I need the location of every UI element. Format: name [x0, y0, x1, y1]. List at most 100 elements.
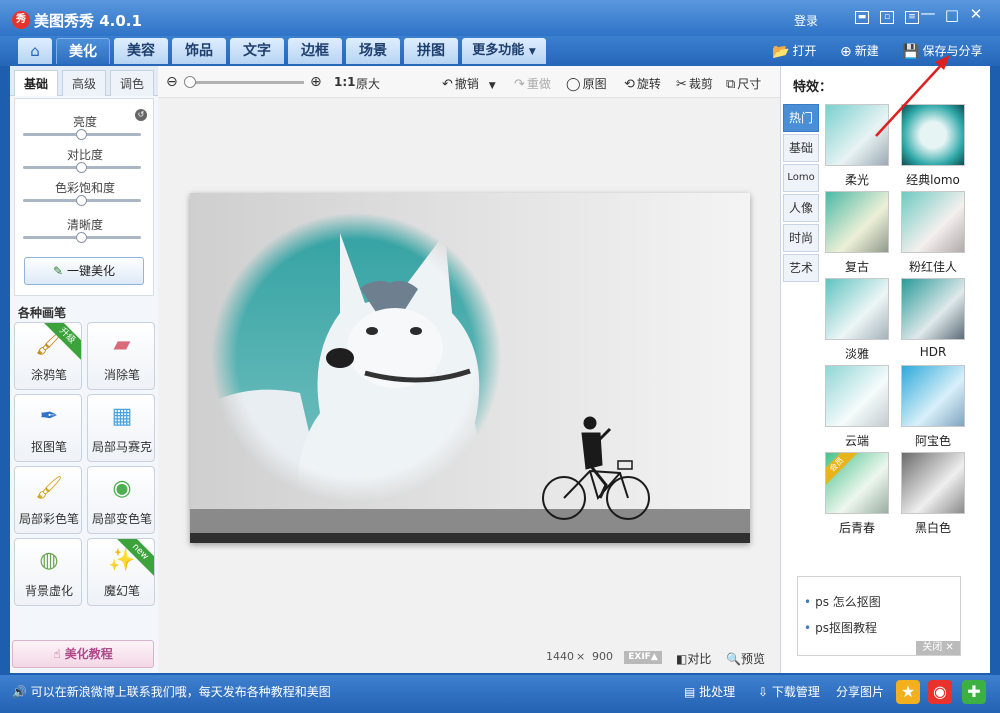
news-link[interactable]: ps 怎么抠图: [804, 593, 881, 610]
contrast-slider[interactable]: [23, 162, 141, 173]
effect-label: 黑白色: [914, 521, 951, 535]
login-link[interactable]: 登录: [794, 12, 818, 29]
weibo-icon[interactable]: ◉: [928, 680, 952, 704]
photo-canvas[interactable]: [190, 193, 750, 543]
compare-button[interactable]: ◧对比: [676, 650, 711, 667]
new-button[interactable]: ⊕ 新建: [840, 42, 879, 60]
eraser-brush-button[interactable]: ▰ 消除笔: [87, 322, 155, 390]
effect-classic-lomo[interactable]: 经典lomo: [901, 104, 965, 187]
tab-frame[interactable]: 边框: [288, 38, 342, 64]
effect-thumbnail: [901, 191, 965, 253]
tab-text[interactable]: 文字: [230, 38, 284, 64]
effect-post-youth[interactable]: 会员 后青春: [825, 452, 889, 535]
original-size-button[interactable]: 原大: [356, 75, 380, 92]
crop-label: 裁剪: [688, 77, 713, 91]
subtab-basic[interactable]: 基础: [14, 70, 58, 96]
share-image-button[interactable]: 分享图片: [836, 683, 884, 700]
category-fashion[interactable]: 时尚: [783, 224, 819, 252]
effect-soft-light[interactable]: 柔光: [825, 104, 889, 187]
cutout-brush-button[interactable]: ✒ 抠图笔: [14, 394, 82, 462]
tab-accessories[interactable]: 饰品: [172, 38, 226, 64]
brush-label: 涂鸦笔: [30, 368, 67, 382]
slider-knob[interactable]: [76, 129, 87, 140]
effect-retro[interactable]: 复古: [825, 191, 889, 274]
preview-button[interactable]: 🔍预览: [726, 650, 765, 667]
original-image-button[interactable]: ◯ 原图: [566, 75, 607, 92]
category-portrait[interactable]: 人像: [783, 194, 819, 222]
effect-label: 阿宝色: [914, 434, 951, 448]
home-icon[interactable]: ⌂: [18, 38, 52, 64]
brightness-label: 亮度: [72, 115, 97, 129]
slider-knob[interactable]: [76, 232, 87, 243]
effect-abao[interactable]: 阿宝色: [901, 365, 965, 448]
exif-button[interactable]: EXIF▲: [624, 651, 662, 664]
batch-button[interactable]: ▤ 批处理: [684, 683, 735, 700]
one-key-beautify-button[interactable]: ✎ 一键美化: [24, 257, 144, 285]
chevron-down-icon: ▼: [488, 81, 496, 91]
saturation-slider[interactable]: [23, 195, 141, 206]
tab-scene[interactable]: 场景: [346, 38, 400, 64]
maximize-icon[interactable]: □: [942, 6, 962, 24]
add-icon[interactable]: ✚: [962, 680, 986, 704]
save-share-button[interactable]: 💾 保存与分享: [902, 42, 982, 60]
sharpness-slider[interactable]: [23, 232, 141, 243]
tab-beauty[interactable]: 美容: [114, 38, 168, 64]
slider-knob[interactable]: [76, 195, 87, 206]
size-label: 尺寸: [737, 77, 762, 91]
tab-more[interactable]: 更多功能 ▼: [462, 38, 546, 64]
hand-icon: ☝: [53, 647, 61, 661]
brush-label: 局部马赛克: [91, 440, 152, 454]
minimize-icon[interactable]: —: [918, 4, 938, 22]
crop-button[interactable]: ✂ 裁剪: [676, 75, 713, 92]
news-link[interactable]: ps抠图教程: [804, 619, 877, 636]
open-button[interactable]: 📂 打开: [772, 42, 816, 60]
slider-knob[interactable]: [76, 162, 87, 173]
recolor-brush-button[interactable]: ◉ 局部变色笔: [87, 466, 155, 534]
news-close-button[interactable]: 关闭 ✕: [916, 641, 960, 655]
tab-beautify[interactable]: 美化: [56, 38, 110, 64]
chat-icon[interactable]: ▬: [855, 11, 869, 24]
skin-icon[interactable]: ▫: [880, 11, 894, 24]
times-sign: ×: [576, 650, 586, 663]
plus-circle-icon: ⊕: [840, 44, 852, 60]
star-icon[interactable]: ★: [896, 680, 920, 704]
tab-collage[interactable]: 拼图: [404, 38, 458, 64]
status-message-text: 可以在新浪微博上联系我们哦，每天发布各种教程和美图: [30, 685, 331, 699]
subtab-advanced[interactable]: 高级: [62, 70, 106, 96]
zoom-knob[interactable]: [184, 76, 196, 88]
effect-elegant[interactable]: 淡雅: [825, 278, 889, 361]
speaker-icon: 🔊: [12, 685, 27, 699]
effect-cloud[interactable]: 云端: [825, 365, 889, 448]
brushes-title: 各种画笔: [18, 306, 67, 320]
effect-label: 粉红佳人: [908, 260, 957, 274]
blur-icon: ◍: [39, 548, 59, 573]
effect-pink-lady[interactable]: 粉红佳人: [901, 191, 965, 274]
brightness-slider[interactable]: [23, 129, 141, 140]
zoom-slider[interactable]: [184, 76, 304, 88]
subtab-color[interactable]: 调色: [110, 70, 154, 96]
redo-button[interactable]: ↷ 重做: [514, 75, 551, 92]
category-hot[interactable]: 热门: [783, 104, 819, 132]
close-icon[interactable]: ✕: [966, 5, 986, 23]
color-brush-button[interactable]: 🖌 局部彩色笔: [14, 466, 82, 534]
category-art[interactable]: 艺术: [783, 254, 819, 282]
zoom-in-icon[interactable]: ⊕: [310, 74, 322, 90]
menu-icon[interactable]: ≡: [905, 11, 919, 24]
undo-button[interactable]: ↶ 撤销 ▼: [442, 75, 496, 92]
ratio-button[interactable]: 1:1: [334, 75, 356, 89]
effect-black-white[interactable]: 黑白色: [901, 452, 965, 535]
category-lomo[interactable]: Lomo: [783, 164, 819, 192]
effect-hdr[interactable]: HDR: [901, 278, 965, 359]
mosaic-brush-button[interactable]: ▦ 局部马赛克: [87, 394, 155, 462]
magic-brush-button[interactable]: ✨ new 魔幻笔: [87, 538, 155, 606]
download-manager-button[interactable]: ⇩ 下载管理: [758, 683, 820, 700]
beautify-tutorial-button[interactable]: ☝ 美化教程: [12, 640, 154, 668]
background-blur-button[interactable]: ◍ 背景虚化: [14, 538, 82, 606]
resize-button[interactable]: ⧉ 尺寸: [726, 75, 761, 92]
rotate-button[interactable]: ⟲ 旋转: [624, 75, 661, 92]
category-basic[interactable]: 基础: [783, 134, 819, 162]
zoom-out-icon[interactable]: ⊖: [166, 74, 178, 90]
doodle-brush-button[interactable]: 🖌 升级 涂鸦笔: [14, 322, 82, 390]
brush-label: 抠图笔: [30, 440, 67, 454]
app-logo-icon: 秀: [12, 11, 30, 29]
